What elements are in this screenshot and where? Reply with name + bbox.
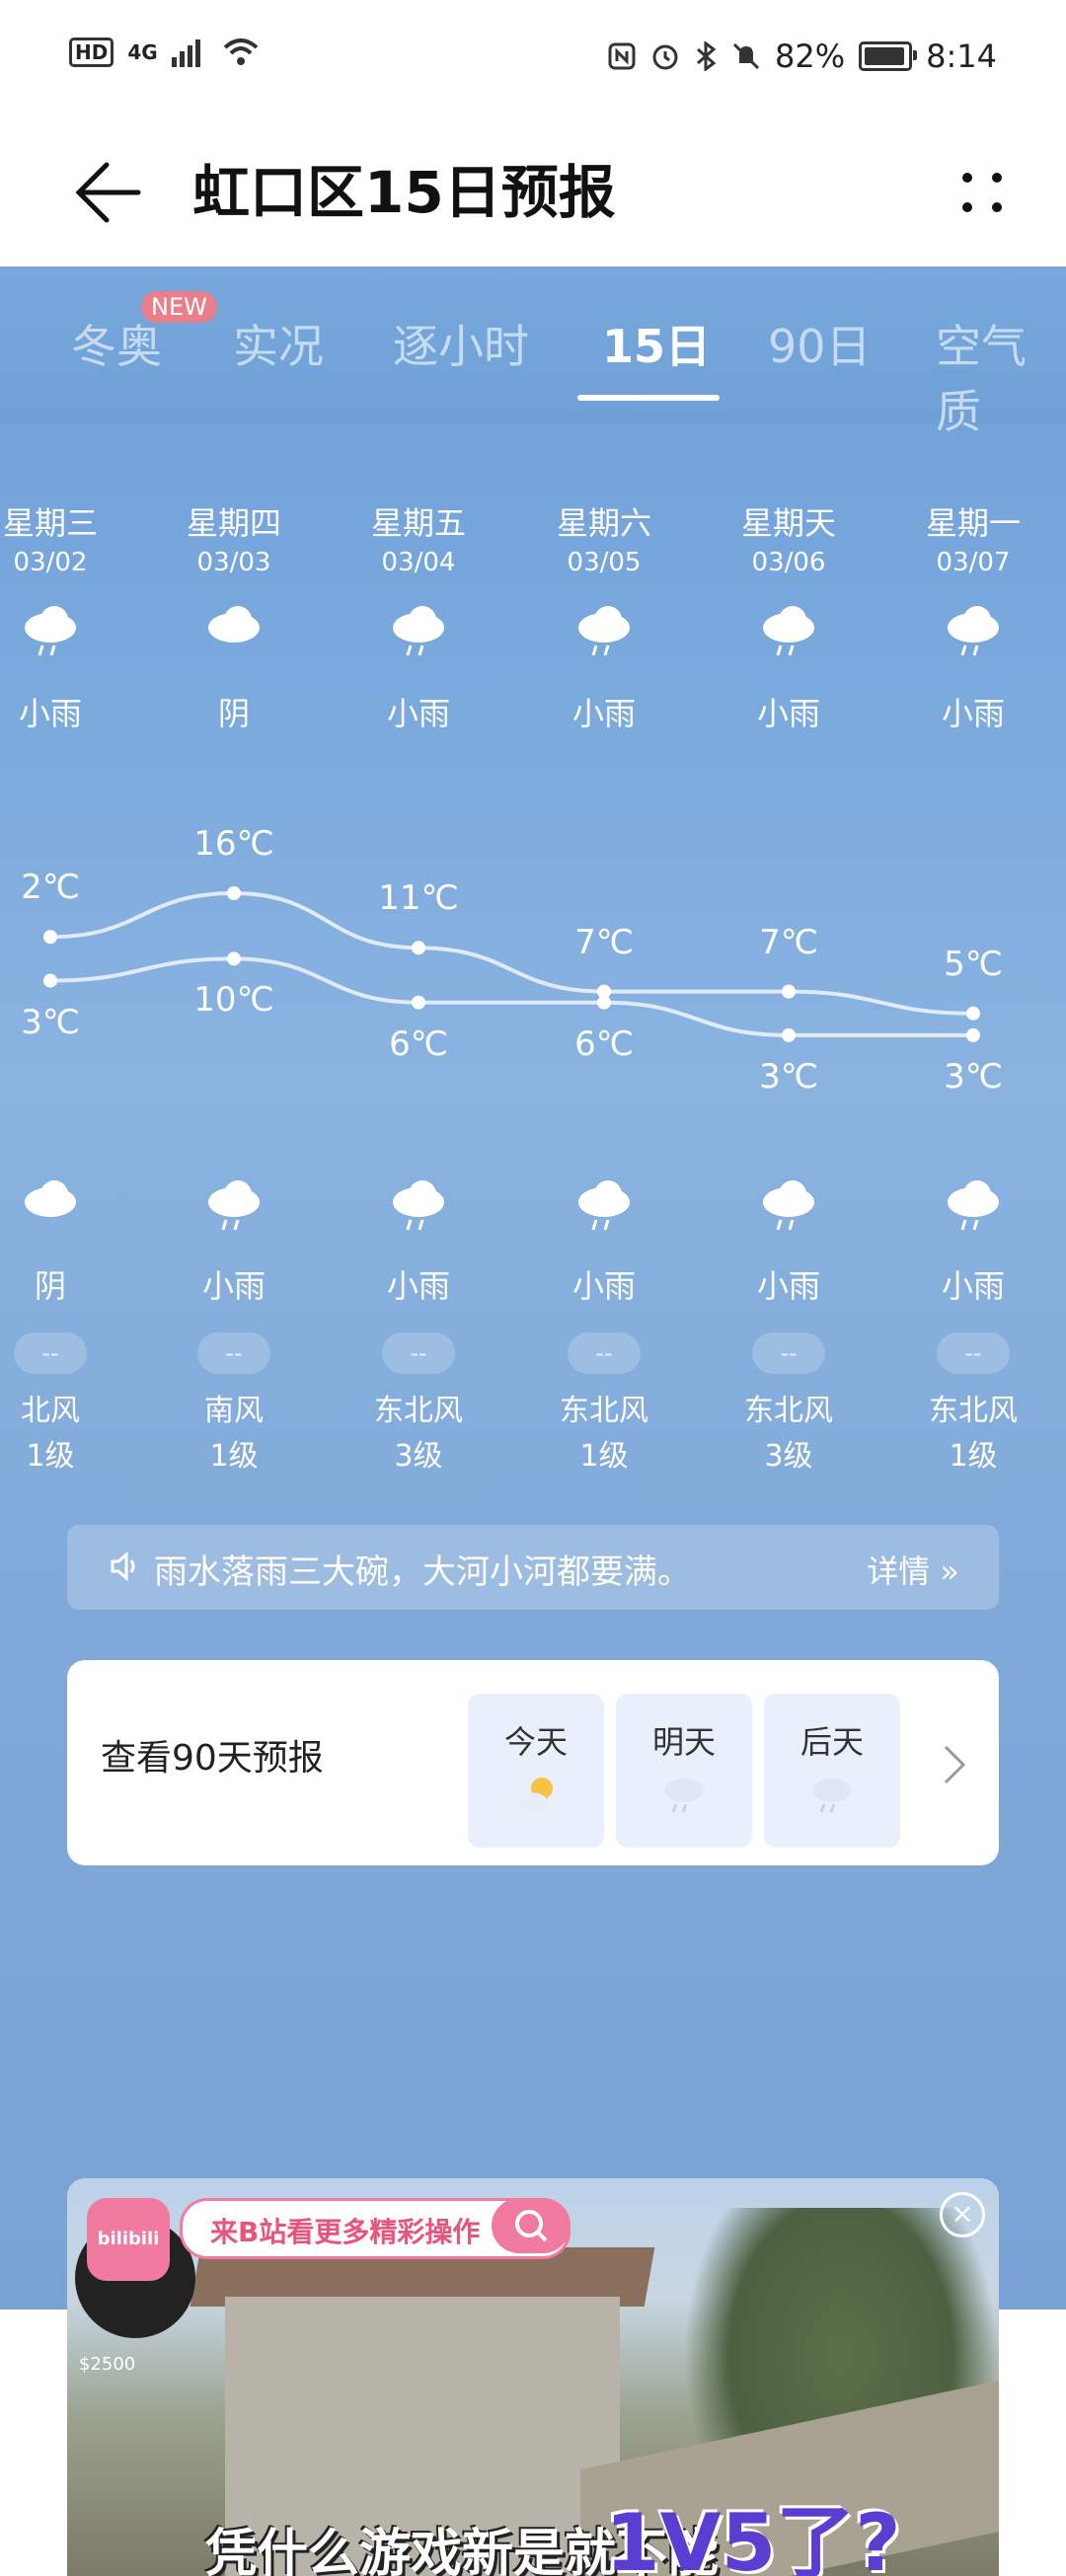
- ad-caption-big: 1V5了?: [605, 2497, 901, 2576]
- low-temp-label: 6℃: [574, 1023, 634, 1064]
- low-temp-point: [412, 995, 425, 1010]
- chevron-right-icon[interactable]: [940, 1743, 969, 1786]
- status-right: 82% 8:14: [607, 38, 997, 75]
- proverb-bar[interactable]: 雨水落雨三大碗，大河小河都要满。 详情 »: [67, 1525, 999, 1610]
- high-temp-point: [782, 984, 796, 999]
- mini-day-label: 明天: [651, 1723, 716, 1761]
- app-header: 虹口区15日预报: [0, 118, 1066, 266]
- ad-search-button[interactable]: [492, 2198, 571, 2253]
- high-temp-point: [43, 930, 57, 945]
- low-temp-label: 6℃: [389, 1023, 448, 1064]
- bluetooth-icon: [697, 41, 717, 71]
- forecast-main: 冬奥 NEW 实况 逐小时 15日 90日 空气质 星期三 03/02 小雨阴 -- 北…: [0, 266, 1066, 2576]
- mini-day-label: 今天: [503, 1723, 568, 1761]
- low-temp-point: [966, 1027, 980, 1042]
- hd-icon: HD: [69, 38, 114, 67]
- wifi-icon: [223, 38, 259, 65]
- ad-search-pill[interactable]: 来B站看更多精彩操作: [180, 2198, 571, 2259]
- high-temp-point: [412, 941, 425, 955]
- clock: 8:14: [926, 38, 997, 75]
- high-temp-label: 7℃: [759, 922, 818, 962]
- low-temp-point: [227, 951, 241, 966]
- status-left: HD 4G: [69, 38, 261, 67]
- mini-day-after[interactable]: 后天: [764, 1694, 900, 1848]
- rain-cloud-icon: [812, 1779, 852, 1813]
- high-temp-point: [966, 1006, 980, 1021]
- battery-level: [865, 47, 904, 65]
- speaker-icon: [111, 1551, 135, 1582]
- low-temp-point: [43, 973, 57, 988]
- mini-day-today[interactable]: 今天: [468, 1694, 604, 1848]
- rain-cloud-icon: [664, 1779, 704, 1813]
- bilibili-logo: bilibili: [87, 2198, 170, 2281]
- mini-day-label: 后天: [800, 1723, 864, 1761]
- high-temp-point: [227, 886, 241, 900]
- page-title: 虹口区15日预报: [192, 159, 616, 226]
- ad-pill-text: 来B站看更多精彩操作: [210, 2216, 481, 2248]
- high-temp-label: 7℃: [574, 922, 634, 962]
- close-icon[interactable]: ×: [940, 2192, 985, 2237]
- nfc-icon: [608, 42, 636, 70]
- ad-banner[interactable]: bilibili $2500 来B站看更多精彩操作 × 凭什么游戏新是就不能 1…: [67, 2178, 999, 2576]
- ad-money-text: $2500: [79, 2354, 136, 2375]
- low-temp-label: 10℃: [193, 980, 274, 1021]
- proverb-text: 雨水落雨三大碗，大河小河都要满。: [154, 1553, 691, 1592]
- status-bar: HD 4G 82% 8:14: [0, 0, 1066, 118]
- high-temp-label: 2℃: [21, 868, 80, 908]
- low-temp-label: 3℃: [21, 1002, 80, 1042]
- ninety-day-title: 查看90天预报: [101, 1738, 324, 1779]
- low-temp-point: [782, 1027, 796, 1042]
- ninety-day-card[interactable]: 查看90天预报 今天 明天 后天: [67, 1660, 999, 1865]
- high-temp-label: 5℃: [944, 944, 1003, 984]
- low-temp-label: 3℃: [944, 1056, 1003, 1097]
- battery-icon: [859, 41, 918, 71]
- high-temp-label: 11℃: [378, 878, 459, 919]
- back-arrow-icon[interactable]: [69, 148, 158, 237]
- signal-icon: [171, 39, 200, 67]
- low-temp-label: 3℃: [759, 1056, 818, 1097]
- details-link[interactable]: 详情 »: [867, 1547, 959, 1592]
- battery-percent: 82%: [775, 38, 846, 75]
- mini-day-tomorrow[interactable]: 明天: [616, 1694, 752, 1848]
- more-options-icon[interactable]: [938, 148, 1027, 237]
- search-icon: [515, 2210, 548, 2242]
- mute-icon: [732, 42, 760, 70]
- low-temp-point: [597, 995, 611, 1010]
- sun-cloud-icon: [512, 1778, 553, 1812]
- temperature-chart: [43, 886, 980, 1042]
- alarm-icon: [652, 44, 678, 70]
- high-temp-label: 16℃: [193, 824, 274, 864]
- network-type: 4G: [127, 40, 158, 64]
